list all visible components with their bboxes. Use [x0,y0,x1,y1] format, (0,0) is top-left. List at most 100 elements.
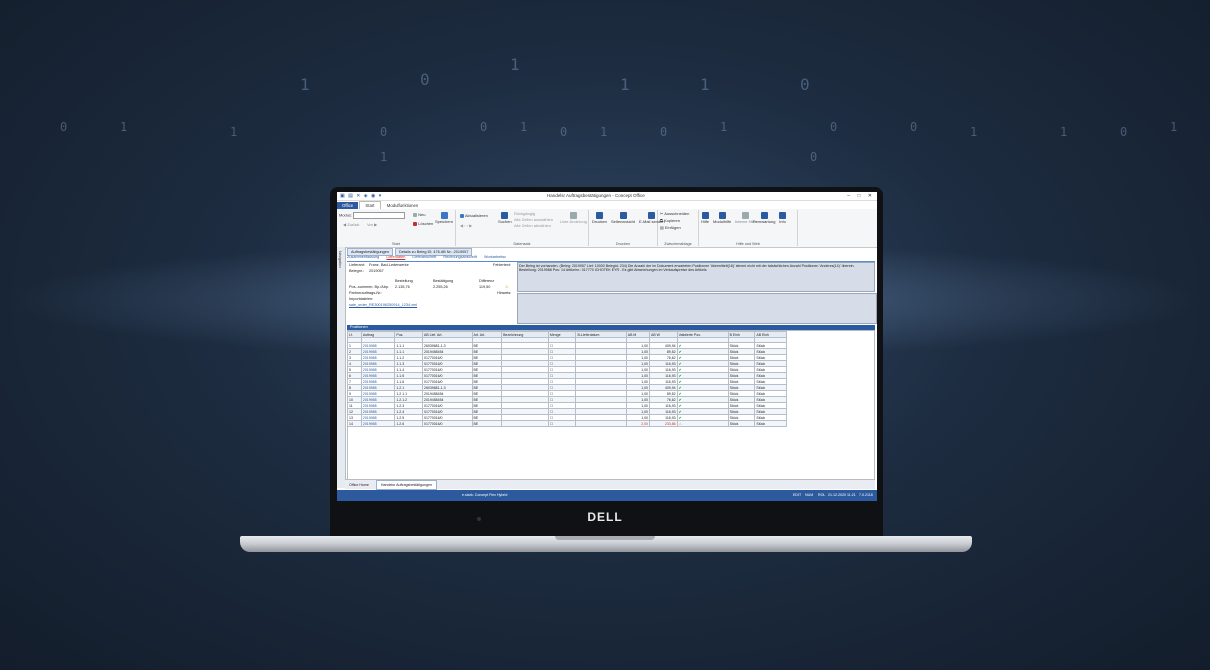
lieferant-value: Franz. Bad-Lederwerke [369,263,409,267]
status-num: NUM [805,493,814,497]
ribbon-group-datensatz: Aktualisieren Suchen ◀ ‹ › ▶ Rückgängig … [456,210,589,246]
table-cell [501,420,549,427]
tab-office[interactable]: Office [337,202,359,209]
status-edit: EDIT [793,493,802,497]
table-cell: 1.2.6 [394,420,423,427]
status-datetime: 21.12.2020 11:21 [828,493,856,497]
error-message: Der Beleg ist vorhanden. (Beleg: 2019057… [517,262,875,292]
title-bar: ▣ ▤ ✕ ◈ ◉ ▾ Handelsr Auftragsbestätigung… [337,192,877,201]
importdateien-label: Importdateien: [349,297,374,301]
refresh-icon [460,213,464,218]
tab-start[interactable]: Start [359,201,381,209]
table-cell: Stück [754,420,787,427]
table-cell: 14 [347,420,362,427]
save-icon [440,212,448,219]
tab-modulfunktionen[interactable]: Modulfunktionen [382,202,424,209]
group-label-drucken: Drucken [615,242,631,246]
tab-office-home[interactable]: Office Home [345,481,373,489]
webcam [477,517,481,521]
printer-icon [595,212,603,219]
delete-button[interactable]: Löschen [413,221,433,226]
main-content: Auftragsbestätigungen Details zu Beleg ID… [347,247,877,488]
differenz-label: Differenz [479,279,495,283]
quick-access-toolbar[interactable]: ▣ ▤ ✕ ◈ ◉ ▾ [340,193,382,199]
group-label-datensatz: Datensatz [513,242,531,246]
table-cell: 01770016/0 [422,420,473,427]
refresh-button[interactable]: Aktualisieren [460,213,488,218]
nav-arrows[interactable]: ◀ ‹ › ▶ [460,223,472,228]
sidebar-label: Navigation [338,251,342,268]
document-info: Lieferant: Franz. Bad-Lederwerke Belegnr… [347,262,517,322]
table-cell: BE [471,420,503,427]
belegnr-label: Belegnr.: [349,269,364,273]
search-button[interactable]: Suchen [498,212,512,224]
window-title: Handelsr Auftragsbestätigungen - Concept… [547,193,645,198]
ribbon-group-start: Modus: Neu Löschen Speichern ◀ Zurück Vo… [337,210,456,246]
tab-workarbeit[interactable]: Workarbeitsc [484,255,506,259]
detail-tabs: Zusammenfassung Lieferdaten Lieferanschr… [347,255,875,262]
pos-summe-label: Pos.-summen: Bp./Abp. [349,285,390,289]
import-file-link[interactable]: sale_order_RE300196250914_1234.xml [349,303,417,307]
status-user: e.stark: Concept Flex Hybrid [462,493,508,497]
bestellung-value: 2.135,76 [395,285,410,289]
status-bar: e.stark: Concept Flex Hybrid EDIT NUM RO… [337,490,877,501]
laptop-hinge-notch [555,536,655,540]
laptop-screen: ▣ ▤ ✕ ◈ ◉ ▾ Handelsr Auftragsbestätigung… [337,192,877,501]
belegnr-value: 2019057 [369,269,384,273]
help-icon [701,212,709,219]
tab-zusammenfassung[interactable]: Zusammenfassung [347,255,379,259]
deselect-all-button[interactable]: Alle Zeilen abwählen [514,223,551,228]
table-cell [575,420,627,427]
new-button[interactable]: Neu [413,212,425,217]
document-icon [742,212,750,219]
window-controls[interactable]: – □ ✕ [847,193,875,199]
info-button[interactable]: Info [779,212,786,224]
tab-auftragsbestaetigungen[interactable]: Handelsr Auftragsbestätigungen [375,480,438,490]
ribbon-group-hilfe: Hilfe Modulhilfe Interne Hilfe Fernwartu… [699,210,798,246]
group-label-hilfe: Hilfe und Web [736,242,760,246]
table-row[interactable]: 14 2019988 1.2.6 01770016/0 BE ☐ 2,00 233,86 ⚠ St… [347,420,787,427]
bestaetigung-label: Bestätigung [433,279,454,283]
warning-icon: ⚠ [676,420,729,427]
modulhilfe-button[interactable]: Modulhilfe [713,212,731,224]
ribbon-group-drucken: Drucken Seitenansicht E-Mail senden Druc… [589,210,665,246]
delete-icon [413,221,417,226]
status-rol: ROL [818,493,826,497]
table-cell: ☐ [547,420,577,427]
preview-icon [619,212,627,219]
table-cell[interactable]: 2019988 [360,420,396,427]
ribbon-group-zwischenablage: ✂ Ausschneiden ⧉ Kopieren ▤ Einfügen Zwi… [658,210,699,246]
forward-button[interactable]: Vor ▶ [367,222,377,227]
positions-table: Lf. Auftrag Pos. AB Lief. Art. Art. Art. Beze… [347,331,787,427]
save-button[interactable]: Speichern [435,212,453,224]
ribbon: Modus: Neu Löschen Speichern ◀ Zurück Vo… [337,209,877,248]
help-button[interactable]: Hilfe [701,212,709,224]
lieferant-label: Lieferant: [349,263,365,267]
status-version: 7.0.2118 [859,493,873,497]
list-change-button[interactable]: Liste Änderung [560,212,587,224]
back-button[interactable]: ◀ Zurück [343,222,359,227]
binoculars-icon [501,212,509,219]
mode-select[interactable] [353,212,406,219]
select-all-button[interactable]: Alle Zeilen auswählen [514,217,553,222]
bottom-tab-bar: Office Home Handelsr Auftragsbestätigung… [345,479,875,490]
table-cell: 233,86 [649,420,678,427]
navigation-sidebar[interactable]: Navigation [337,247,346,488]
tab-lieferanschrift[interactable]: Lieferanschrift [412,255,436,259]
undo-button[interactable]: Rückgängig [514,211,535,216]
tab-lieferdaten[interactable]: Lieferdaten [386,255,405,259]
bestaetigung-value: 2.255,26 [433,285,448,289]
mail-icon [648,212,656,219]
preview-button[interactable]: Seitenansicht [611,212,635,224]
paste-button[interactable]: ▤ Einfügen [660,225,681,230]
copy-button[interactable]: ⧉ Kopieren [660,218,680,223]
remote-support-button[interactable]: Fernwartung [753,212,775,224]
differenz-value: 119,50 [479,285,491,289]
print-button[interactable]: Drucken [592,212,607,224]
remote-icon [760,212,768,219]
table-cell: Stück [727,420,756,427]
cut-button[interactable]: ✂ Ausschneiden [660,211,689,216]
module-help-icon [718,212,726,219]
tab-rechnungsanschrift[interactable]: Rechnungsanschrift [443,255,477,259]
ribbon-tabs: Office Start Modulfunktionen [337,201,877,209]
